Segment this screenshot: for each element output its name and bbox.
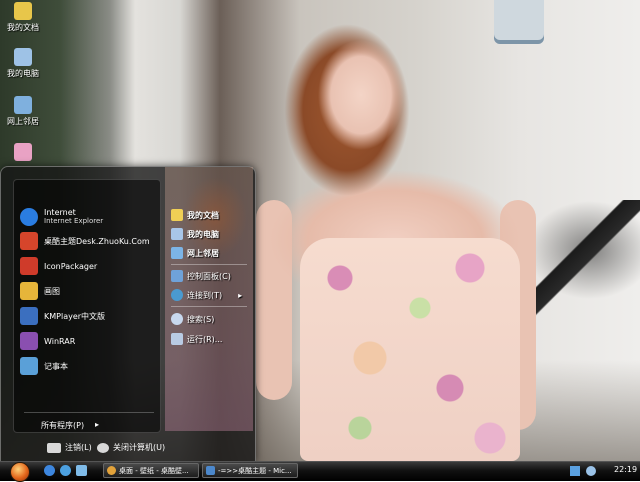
place-label: 控制面板(C): [187, 271, 231, 281]
iconpackager-icon: [20, 257, 38, 275]
desktop-icon-recycle-bin[interactable]: [0, 143, 46, 161]
program-label: Internet: [44, 208, 76, 217]
wallpaper-railing: [530, 200, 640, 320]
all-programs-button[interactable]: 所有程序(P): [41, 420, 84, 431]
network-icon: [14, 96, 32, 114]
window-icon: [206, 466, 215, 475]
taskbar-window-title: 桌面 - 壁纸 - 桌酷壁...: [119, 466, 189, 475]
desktop-icon-label: 我的电脑: [7, 69, 39, 78]
shutdown-label: 关闭计算机(U): [113, 443, 166, 452]
program-internet-explorer[interactable]: Internet Internet Explorer: [20, 206, 158, 228]
program-label: 记事本: [44, 361, 68, 371]
program-zhuoku[interactable]: 桌酷主题Desk.ZhuoKu.Com: [20, 230, 158, 252]
menu-divider: [171, 306, 247, 307]
start-menu: Internet Internet Explorer 桌酷主题Desk.Zhuo…: [0, 166, 256, 462]
network-tray-icon[interactable]: [570, 466, 580, 476]
place-network[interactable]: 网上邻居: [171, 245, 219, 261]
control-panel-icon: [171, 270, 183, 282]
start-menu-places-panel: 我的文档 我的电脑 网上邻居 控制面板(C) 连接到(T) ▸ 搜索(S) 运行…: [165, 167, 253, 431]
paint-icon: [20, 282, 38, 300]
kmplayer-icon: [20, 307, 38, 325]
program-label: 画图: [44, 286, 60, 296]
place-my-documents[interactable]: 我的文档: [171, 207, 219, 223]
clock[interactable]: 22:19: [614, 465, 637, 474]
wallpaper-figure-dress: [300, 238, 520, 461]
documents-icon: [171, 209, 183, 221]
place-label: 网上邻居: [187, 248, 219, 258]
desktop-quicklaunch-icon[interactable]: [76, 465, 87, 476]
start-button[interactable]: [10, 462, 30, 482]
program-iconpackager[interactable]: IconPackager: [20, 255, 158, 277]
power-icon: [97, 442, 109, 453]
start-menu-programs-panel: Internet Internet Explorer 桌酷主题Desk.Zhuo…: [13, 179, 161, 433]
ie-icon: [20, 208, 38, 226]
place-my-computer[interactable]: 我的电脑: [171, 226, 219, 242]
menu-divider: [24, 412, 154, 413]
program-label: IconPackager: [44, 261, 98, 271]
search-icon: [171, 313, 183, 325]
program-label: 桌酷主题Desk.ZhuoKu.Com: [44, 236, 150, 246]
taskbar-window-title: -=>>桌酷主题 - Mic...: [218, 466, 292, 475]
place-label: 我的文档: [187, 210, 219, 220]
place-run[interactable]: 运行(R)...: [171, 331, 222, 347]
program-paint[interactable]: 画图: [20, 280, 158, 302]
notepad-icon: [20, 357, 38, 375]
desktop-icon-my-documents[interactable]: 我的文档: [0, 2, 46, 33]
shutdown-button[interactable]: 关闭计算机(U): [97, 442, 165, 453]
logoff-label: 注销(L): [65, 443, 92, 452]
desktop-icon-network[interactable]: 网上邻居: [0, 96, 46, 127]
wallpaper-figure-face: [318, 40, 404, 150]
computer-icon: [14, 48, 32, 66]
folder-documents-icon: [14, 2, 32, 20]
desktop-icon-label: 我的文档: [7, 23, 39, 32]
chevron-right-icon: ▸: [95, 420, 100, 429]
media-quicklaunch-icon[interactable]: [60, 465, 71, 476]
place-label: 连接到(T): [187, 290, 223, 300]
menu-divider: [171, 264, 247, 265]
browser-icon: [107, 466, 116, 475]
start-menu-footer: 注销(L) 关闭计算机(U): [1, 435, 255, 461]
chevron-right-icon: ▸: [238, 290, 243, 300]
volume-tray-icon[interactable]: [586, 466, 596, 476]
desktop-icon-label: 网上邻居: [7, 117, 39, 126]
place-label: 搜索(S): [187, 314, 215, 324]
desktop-icon-my-computer[interactable]: 我的电脑: [0, 48, 46, 79]
place-connect-to[interactable]: 连接到(T) ▸: [171, 287, 242, 303]
logoff-icon: [47, 442, 61, 453]
program-label: KMPlayer中文版: [44, 311, 106, 321]
recycle-bin-icon: [14, 143, 32, 161]
program-kmplayer[interactable]: KMPlayer中文版: [20, 305, 158, 327]
winrar-icon: [20, 332, 38, 350]
place-control-panel[interactable]: 控制面板(C): [171, 268, 231, 284]
run-icon: [171, 333, 183, 345]
program-label: WinRAR: [44, 336, 76, 346]
connect-icon: [171, 289, 183, 301]
computer-icon: [171, 228, 183, 240]
ie-quicklaunch-icon[interactable]: [44, 465, 55, 476]
taskbar-window-zhuoku[interactable]: -=>>桌酷主题 - Mic...: [202, 463, 298, 478]
program-notepad[interactable]: 记事本: [20, 355, 158, 377]
taskbar: [0, 461, 640, 481]
zhuoku-icon: [20, 232, 38, 250]
place-label: 运行(R)...: [187, 334, 223, 344]
program-winrar[interactable]: WinRAR: [20, 330, 158, 352]
taskbar-window-wallpaper[interactable]: 桌面 - 壁纸 - 桌酷壁...: [103, 463, 199, 478]
program-sublabel: Internet Explorer: [44, 217, 104, 225]
wallpaper-sign: [494, 0, 544, 44]
place-label: 我的电脑: [187, 229, 219, 239]
logoff-button[interactable]: 注销(L): [47, 442, 92, 453]
network-icon: [171, 247, 183, 259]
place-search[interactable]: 搜索(S): [171, 311, 214, 327]
